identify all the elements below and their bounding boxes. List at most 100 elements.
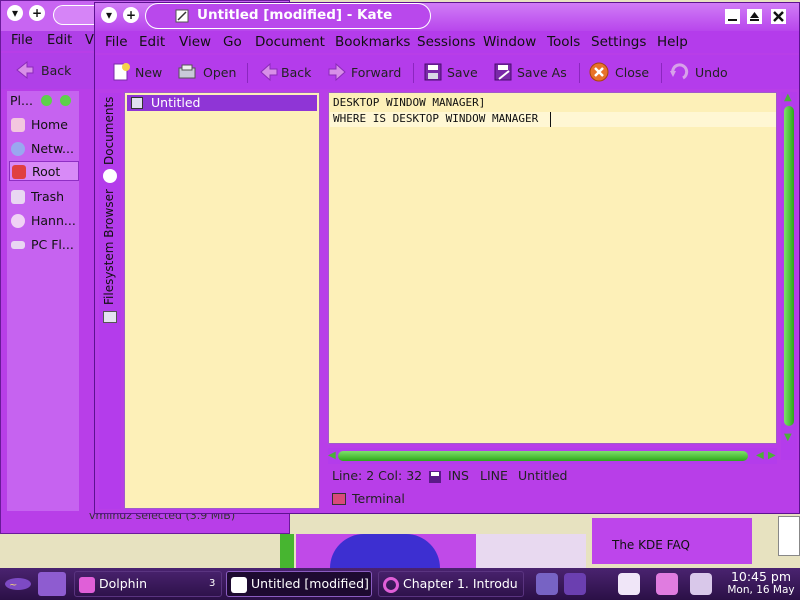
- task-kate[interactable]: Untitled [modified]: [226, 571, 372, 597]
- root-icon: [12, 165, 26, 179]
- close-window-button[interactable]: [771, 9, 786, 24]
- menu-edit[interactable]: Edit: [139, 34, 165, 50]
- task-count: 3: [209, 578, 216, 589]
- home-icon: [11, 118, 25, 132]
- dolphin-title-pill: [53, 5, 97, 25]
- menu-tools[interactable]: Tools: [547, 34, 580, 50]
- vertical-scroll-thumb[interactable]: [784, 106, 794, 426]
- editor-line-2: WHERE IS DESKTOP WINDOW MANAGER: [333, 112, 539, 125]
- place-pc-floppy[interactable]: PC Fl...: [9, 235, 79, 255]
- undo-icon: [670, 63, 689, 80]
- places-detach-icon[interactable]: [41, 95, 52, 106]
- filesystem-icon: [103, 311, 117, 323]
- back-arrow-icon: [16, 60, 34, 80]
- klipper-icon[interactable]: [618, 573, 640, 595]
- pager-icon[interactable]: [536, 573, 558, 595]
- document-edit-icon: [175, 9, 189, 23]
- bg-doc-fragment: [778, 516, 800, 556]
- notification-icon[interactable]: [656, 573, 678, 595]
- app-launcher-icon[interactable]: ~: [4, 574, 32, 594]
- document-item[interactable]: Untitled: [127, 95, 317, 111]
- place-trash[interactable]: Trash: [9, 187, 79, 207]
- menu-go[interactable]: Go: [223, 34, 242, 50]
- close-circle-icon: [589, 62, 609, 82]
- documents-icon: [103, 169, 117, 183]
- place-network[interactable]: Netw...: [9, 139, 79, 159]
- kate-titlebar: ▾ + Untitled [modified] - Kate: [95, 3, 799, 31]
- toolbar-separator: [413, 63, 414, 83]
- vertical-scrollbar[interactable]: ▲ ▼: [781, 92, 797, 460]
- task-dolphin[interactable]: Dolphin 3: [74, 571, 222, 597]
- clock-time: 10:45 pm: [730, 569, 792, 584]
- minimize-icon: [728, 19, 737, 21]
- clock-date: Mon, 16 May: [727, 584, 795, 596]
- scroll-up-icon[interactable]: ▲: [784, 92, 792, 103]
- places-panel: Pl... Home Netw... Root Trash Hann... PC…: [7, 91, 79, 511]
- save-as-icon: [494, 63, 512, 81]
- window-title: Untitled [modified] - Kate: [197, 7, 393, 23]
- menu-help[interactable]: Help: [657, 34, 688, 50]
- editor-line-1: DESKTOP WINDOW MANAGER]: [333, 96, 486, 109]
- trash-icon: [11, 190, 25, 204]
- menu-settings[interactable]: Settings: [591, 34, 646, 50]
- places-close-icon[interactable]: [60, 95, 71, 106]
- menu-bookmarks[interactable]: Bookmarks: [335, 34, 410, 50]
- scroll-down-icon[interactable]: ▼: [784, 432, 792, 443]
- menu-sessions[interactable]: Sessions: [417, 34, 476, 50]
- side-tab-strip: Documents Filesystem Browser: [99, 93, 121, 509]
- place-root[interactable]: Root: [9, 161, 79, 181]
- task-konqueror[interactable]: Chapter 1. Introdu: [378, 571, 524, 597]
- launcher-logo-icon: ~: [5, 578, 31, 591]
- close-icon: [773, 11, 784, 22]
- document-name: Untitled: [518, 468, 568, 483]
- save-disk-icon: [429, 471, 441, 483]
- dolphin-menu-edit[interactable]: Edit: [47, 33, 72, 48]
- forward-arrow-icon: [328, 62, 346, 82]
- drive-icon: [11, 241, 25, 249]
- text-editor[interactable]: DESKTOP WINDOW MANAGER] WHERE IS DESKTOP…: [328, 92, 777, 444]
- open-folder-icon: [178, 64, 196, 79]
- save-disk-icon: [424, 63, 442, 81]
- place-hannah[interactable]: Hann...: [9, 211, 79, 231]
- insert-mode[interactable]: INS: [448, 468, 469, 483]
- dolphin-menu-view[interactable]: V: [85, 33, 94, 48]
- text-cursor: [550, 112, 551, 127]
- terminal-label: Terminal: [352, 491, 405, 506]
- window-menu-button[interactable]: ▾: [101, 7, 117, 23]
- bg-image-fragment: [476, 534, 586, 568]
- kate-window: ▾ + Untitled [modified] - Kate File Edit…: [94, 2, 800, 514]
- help-button[interactable]: [725, 9, 740, 24]
- dolphin-app-icon: [79, 577, 95, 593]
- back-arrow-icon: [260, 62, 278, 82]
- menu-file[interactable]: File: [105, 34, 128, 50]
- menu-view[interactable]: View: [179, 34, 211, 50]
- places-title: Pl...: [10, 93, 33, 108]
- tab-filesystem-browser[interactable]: Filesystem Browser: [99, 189, 121, 309]
- network-icon: [11, 142, 25, 156]
- sticky-button[interactable]: +: [123, 7, 139, 23]
- dolphin-menu-file[interactable]: File: [11, 33, 33, 48]
- kate-toolbar: New Open Back Forward Save Save As Close: [95, 55, 799, 89]
- bg-help-window: The KDE FAQ: [592, 518, 752, 564]
- scroll-left-icon[interactable]: ◀: [328, 450, 336, 461]
- dolphin-sticky-button[interactable]: +: [29, 5, 45, 21]
- scroll-right-icon[interactable]: ▶: [768, 450, 776, 461]
- maximize-button[interactable]: [747, 9, 762, 24]
- toolbar-separator: [247, 63, 248, 83]
- place-home[interactable]: Home: [9, 115, 79, 135]
- menu-document[interactable]: Document: [255, 34, 325, 50]
- folder-icon[interactable]: [38, 572, 66, 596]
- clock[interactable]: 10:45 pm Mon, 16 May: [722, 569, 800, 596]
- horizontal-scrollbar[interactable]: ◀ ◀ ▶: [328, 448, 777, 464]
- menu-window[interactable]: Window: [483, 34, 536, 50]
- horizontal-scroll-thumb[interactable]: [338, 451, 748, 461]
- toolbar-separator: [579, 63, 580, 83]
- tab-documents[interactable]: Documents: [99, 97, 121, 167]
- dolphin-menu-button[interactable]: ▾: [7, 5, 23, 21]
- selection-mode[interactable]: LINE: [480, 468, 508, 483]
- network-tray-icon[interactable]: [690, 573, 712, 595]
- browser-app-icon: [383, 577, 399, 593]
- desktop-switcher-icon[interactable]: [564, 573, 586, 595]
- user-icon: [11, 214, 25, 228]
- scroll-left-icon[interactable]: ◀: [756, 450, 764, 461]
